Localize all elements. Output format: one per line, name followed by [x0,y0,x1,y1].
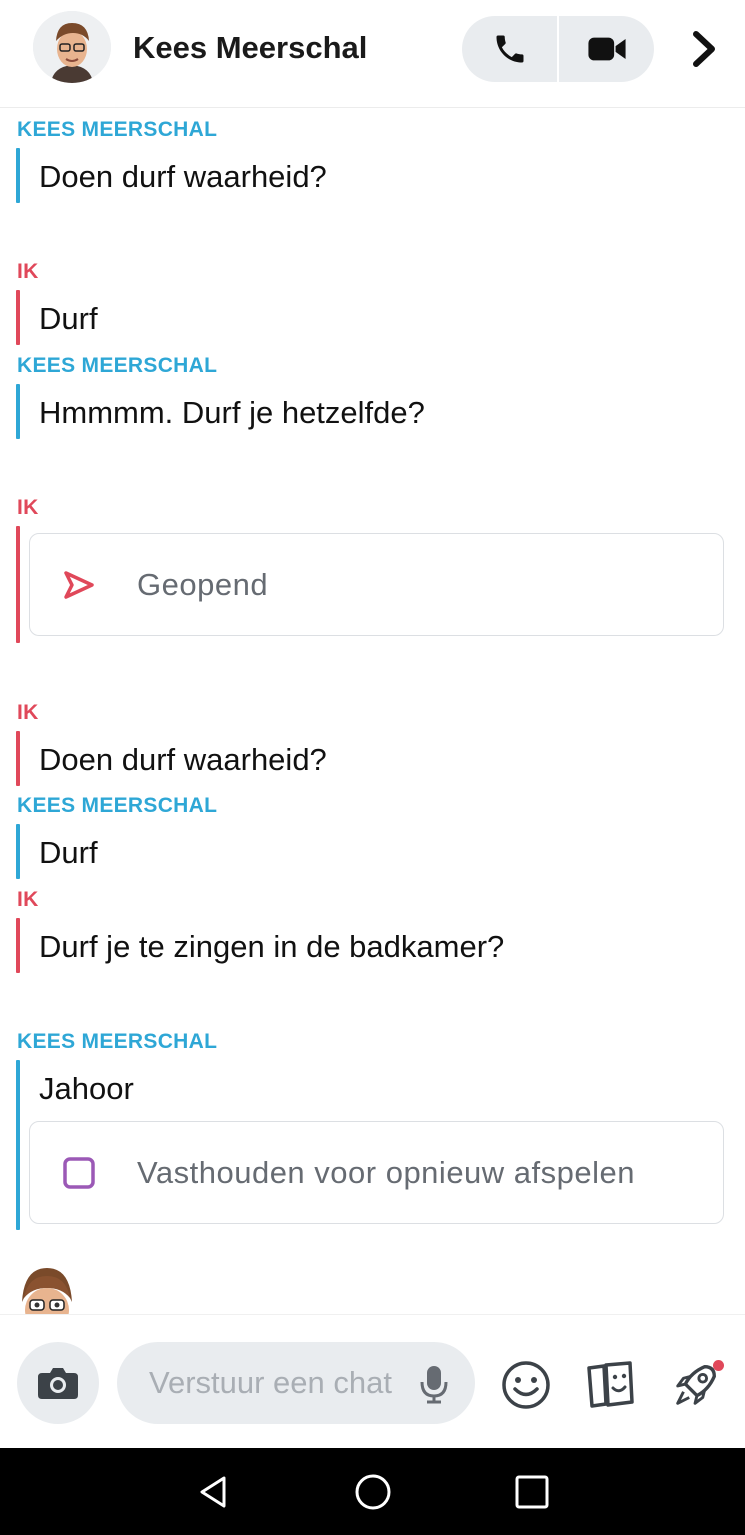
microphone-icon[interactable] [417,1364,451,1404]
system-nav-bar [0,1448,745,1535]
message-text[interactable]: Durf [39,835,98,871]
sender-label: IK [17,496,39,519]
message-bar [16,384,20,439]
bitmoji-avatar-icon [22,1268,72,1314]
sender-label: KEES MEERSCHAL [17,118,218,141]
sender-label: KEES MEERSCHAL [17,1030,218,1053]
sender-label: IK [17,260,39,283]
video-call-button[interactable] [559,16,654,82]
notification-dot [713,1360,724,1371]
snap-status-text: Geopend [137,567,269,602]
message-bar [16,526,20,643]
home-icon [355,1474,391,1510]
sender-label: KEES MEERSCHAL [17,354,218,377]
back-icon [200,1476,226,1508]
friend-bitmoji-peek [10,1262,84,1314]
message-bar [16,148,20,203]
sender-label: IK [17,888,39,911]
snap-replay-text: Vasthouden voor opnieuw afspelen [137,1155,635,1190]
call-controls [462,16,654,82]
camera-button[interactable] [17,1342,99,1424]
emoji-button[interactable] [500,1359,552,1411]
phone-icon [496,35,523,63]
sender-label: IK [17,701,39,724]
message-text[interactable]: Durf je te zingen in de badkamer? [39,929,504,965]
more-button[interactable] [684,26,724,72]
recents-icon [515,1475,549,1509]
camera-icon [38,1368,78,1399]
bitmoji-avatar-icon [33,11,111,83]
message-text[interactable]: Jahoor [39,1071,134,1107]
sender-label: KEES MEERSCHAL [17,794,218,817]
message-bar [16,290,20,345]
contact-name[interactable]: Kees Meerschal [133,30,367,66]
composer-bar [0,1314,745,1448]
recents-button[interactable] [510,1470,554,1514]
contact-avatar[interactable] [33,11,111,83]
stickers-button[interactable] [584,1359,636,1411]
message-bar [16,1060,20,1230]
unopened-square-icon [62,1156,96,1190]
emoji-icon [502,1361,550,1409]
chat-header: Kees Meerschal [0,0,745,108]
sent-arrow-icon [62,568,96,602]
home-button[interactable] [351,1470,395,1514]
snap-replay-card[interactable]: Vasthouden voor opnieuw afspelen [29,1121,724,1224]
back-button[interactable] [192,1470,236,1514]
message-text[interactable]: Doen durf waarheid? [39,159,327,195]
message-bar [16,824,20,879]
stickers-icon [587,1361,634,1408]
voice-call-button[interactable] [462,16,557,82]
chat-input-pill [117,1342,475,1424]
snap-status-card[interactable]: Geopend [29,533,724,636]
message-text[interactable]: Durf [39,301,98,337]
chat-input[interactable] [149,1342,419,1424]
video-camera-icon [587,37,626,61]
message-text[interactable]: Doen durf waarheid? [39,742,327,778]
message-text[interactable]: Hmmmm. Durf je hetzelfde? [39,395,425,431]
message-bar [16,918,20,973]
message-bar [16,731,20,786]
chevron-right-icon [693,31,715,67]
